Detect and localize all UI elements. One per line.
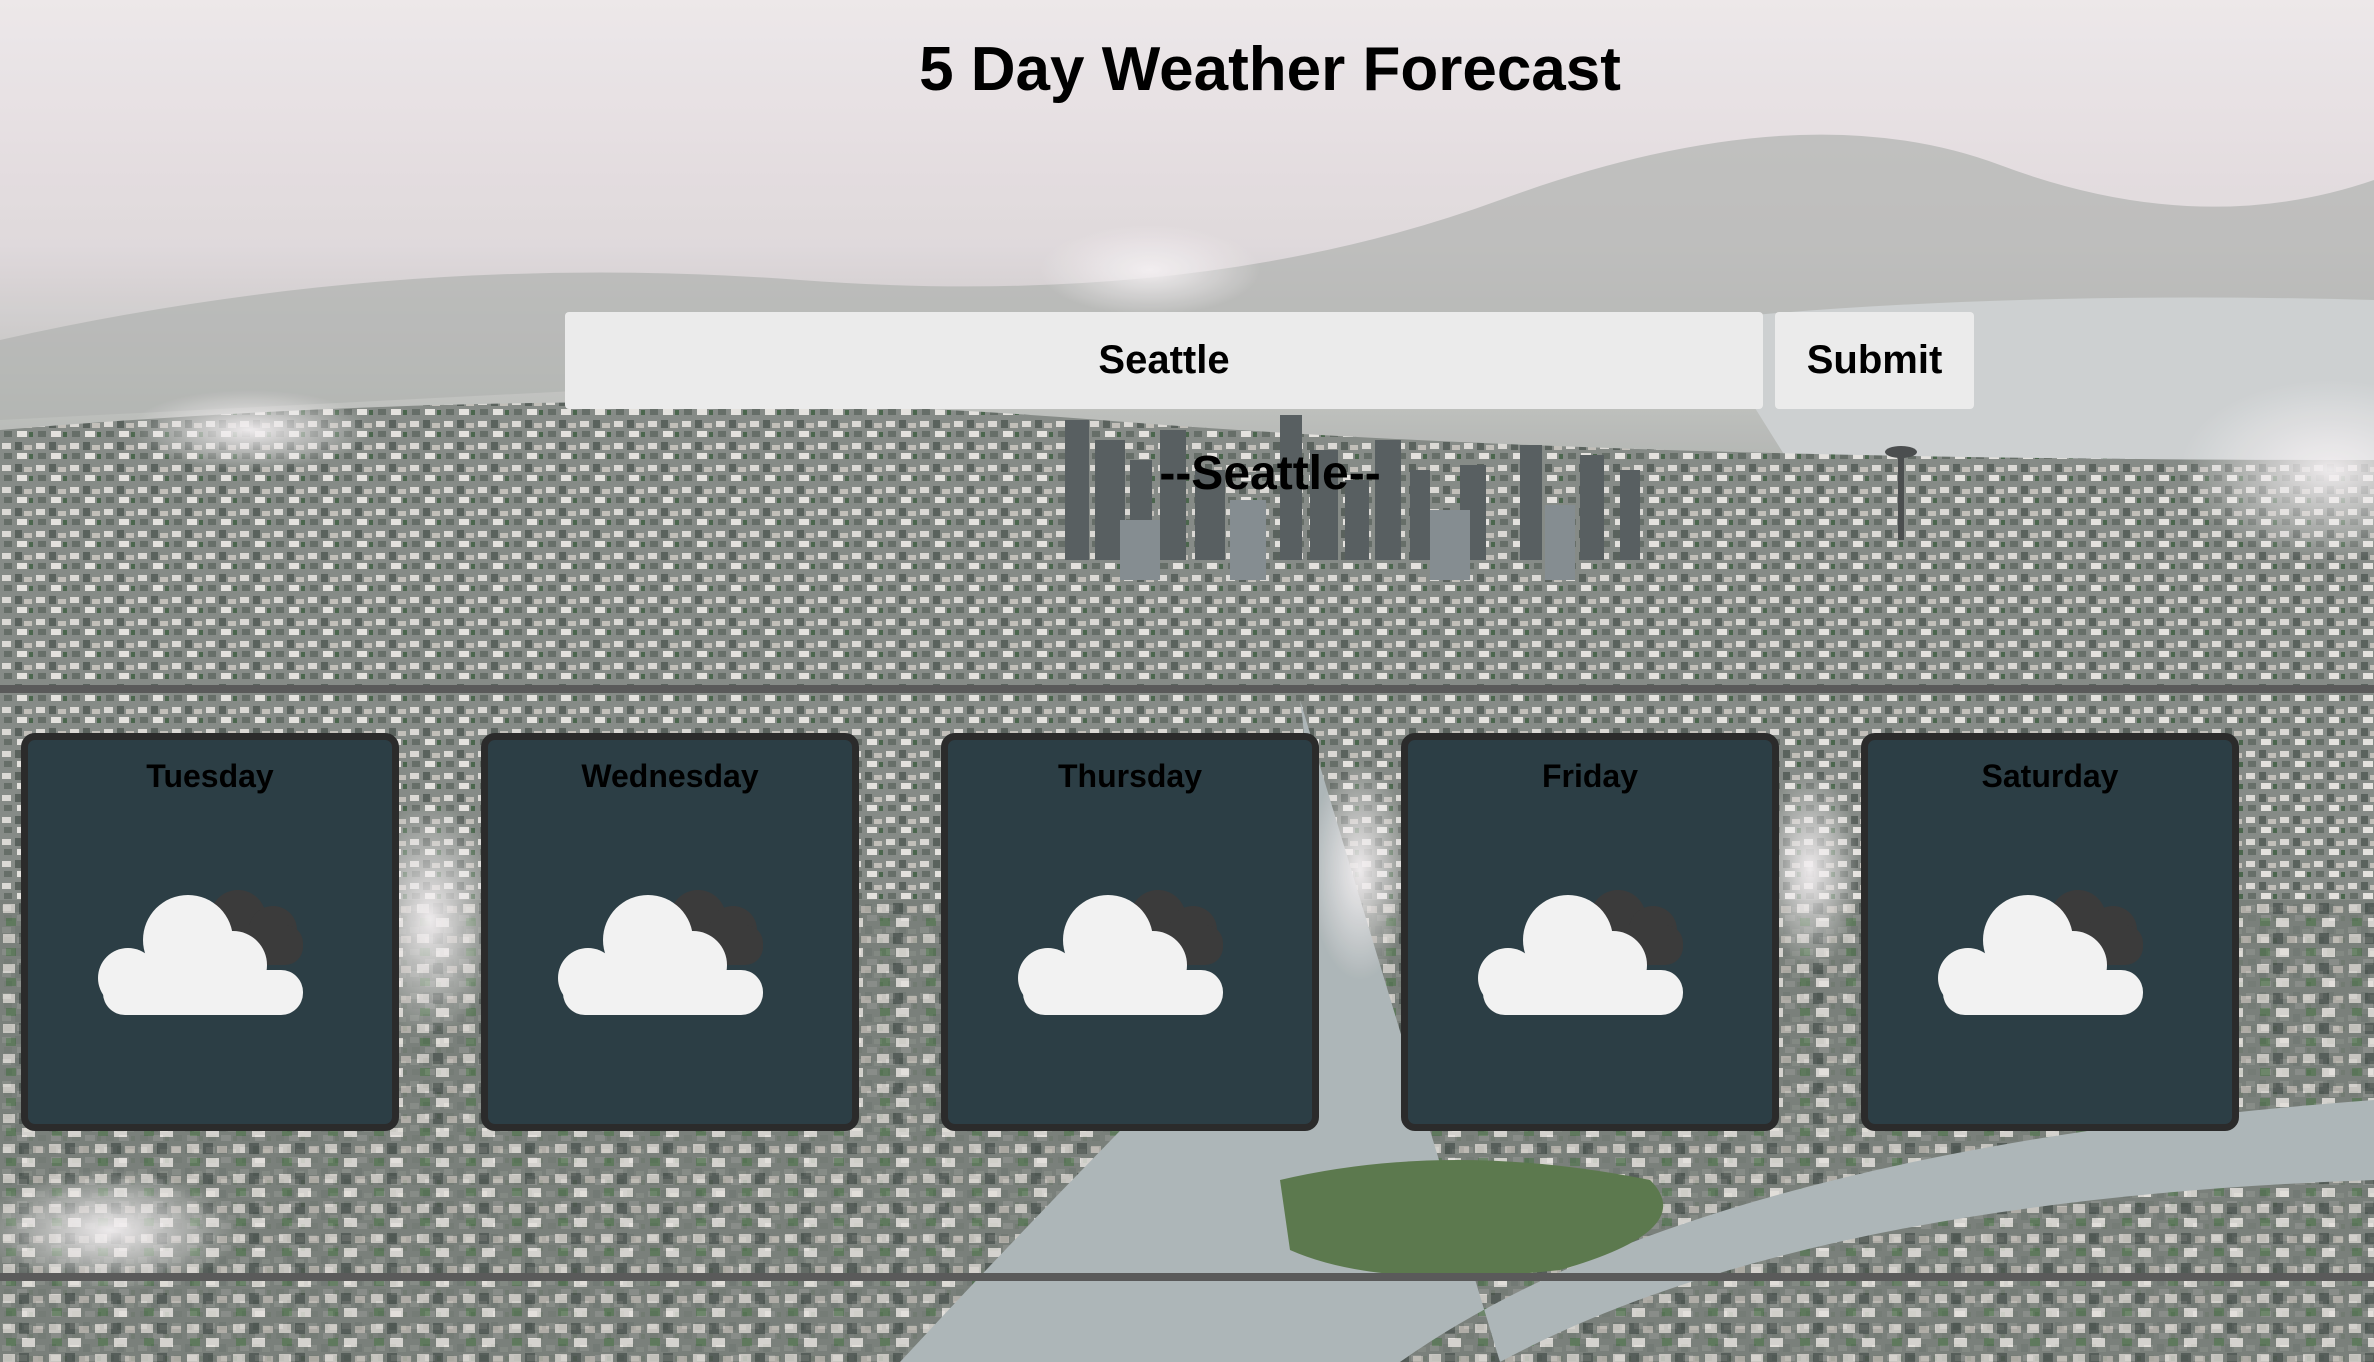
forecast-day-label: Saturday <box>1981 758 2119 794</box>
forecast-day-label: Friday <box>1541 758 1639 794</box>
forecast-card-tuesday: Tuesday <box>21 733 399 1131</box>
submit-button[interactable]: Submit <box>1775 312 1974 409</box>
forecast-card-friday: Friday <box>1401 733 1779 1131</box>
city-background-image <box>0 0 2374 1362</box>
city-heading: --Seattle-- <box>1159 447 1381 500</box>
partly-cloudy-icon <box>98 890 303 1015</box>
partly-cloudy-icon <box>1938 890 2143 1015</box>
forecast-card-wednesday: Wednesday <box>481 733 859 1131</box>
forecast-day-label: Wednesday <box>581 758 759 794</box>
divider-bottom <box>0 1273 2374 1281</box>
page-title: 5 Day Weather Forecast <box>919 35 1621 104</box>
forecast-day-label: Tuesday <box>146 758 274 794</box>
forecast-card-saturday: Saturday <box>1861 733 2239 1131</box>
city-search-input[interactable] <box>565 312 1763 409</box>
partly-cloudy-icon <box>1018 890 1223 1015</box>
partly-cloudy-icon <box>1478 890 1683 1015</box>
forecast-day-label: Thursday <box>1057 758 1203 794</box>
weather-page: 5 Day Weather Forecast Submit --Seattle-… <box>0 0 2374 1362</box>
divider-top <box>0 685 2374 693</box>
forecast-card-thursday: Thursday <box>941 733 1319 1131</box>
partly-cloudy-icon <box>558 890 763 1015</box>
